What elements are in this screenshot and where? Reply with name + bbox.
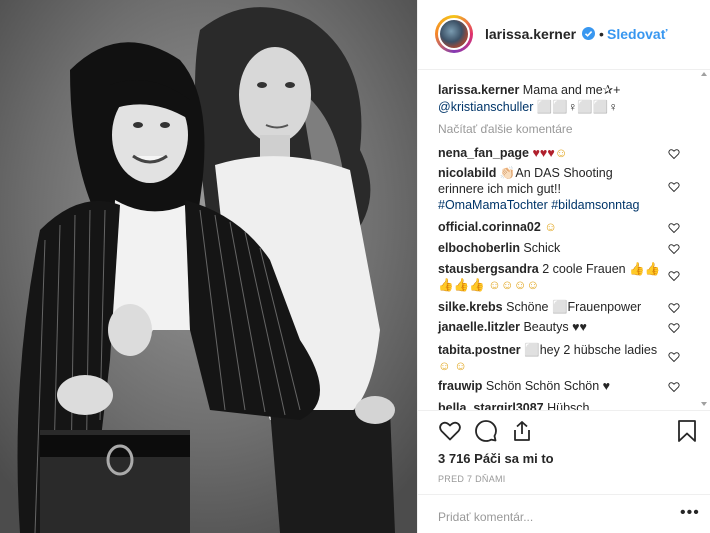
comment-item: janaelle.litzler Beautys ♥♥ <box>438 319 587 336</box>
comment-text: Schöne ⬜Frauenpower <box>502 300 642 314</box>
comment-username[interactable]: silke.krebs <box>438 300 503 314</box>
comment-item: official.corinna02 ☺ <box>438 219 557 236</box>
comment-username[interactable]: nicolabild <box>438 166 496 180</box>
comment-hashtags[interactable]: #OmaMamaTochter #bildamsonntag <box>438 197 640 214</box>
like-comment-heart-icon[interactable] <box>668 181 680 193</box>
comment-text: Schön Schön Schön ♥ <box>482 379 611 393</box>
share-icon[interactable] <box>510 419 534 443</box>
post-photo[interactable] <box>0 0 417 533</box>
caption-text: Mama and me✰+ <box>519 83 621 97</box>
comment-username[interactable]: tabita.postner <box>438 343 521 357</box>
comments-list: larissa.kerner Mama and me✰+ @kristiansc… <box>418 70 698 410</box>
more-options-icon[interactable]: ••• <box>680 504 700 522</box>
photo-illustration <box>0 0 417 533</box>
post-header: larissa.kerner • Sledovať <box>418 0 710 70</box>
like-comment-heart-icon[interactable] <box>668 351 680 363</box>
comment-text-line2: erinnere ich mich gut!! <box>438 182 561 196</box>
like-comment-heart-icon[interactable] <box>668 148 680 160</box>
comment-item: stausbergsandra 2 coole Frauen 👍👍 <box>438 261 660 278</box>
comment-username[interactable]: stausbergsandra <box>438 262 539 276</box>
instagram-post: larissa.kerner • Sledovať larissa.kerner… <box>0 0 710 533</box>
comment-text-line2: 👍👍👍 ☺☺☺☺ <box>438 278 540 292</box>
comment-item: elbochoberlin Schick <box>438 240 560 257</box>
comment-username[interactable]: bella_stargirl3087 <box>438 401 544 410</box>
separator-dot: • <box>599 26 604 42</box>
bookmark-icon[interactable] <box>676 419 698 443</box>
comment-username[interactable]: nena_fan_page <box>438 146 529 160</box>
like-comment-heart-icon[interactable] <box>668 243 680 255</box>
comment-item: nena_fan_page ♥♥♥☺ <box>438 145 568 162</box>
comment-text: 👏🏻An DAS Shooting <box>496 166 613 180</box>
header-username[interactable]: larissa.kerner <box>485 26 576 42</box>
comment-item: frauwip Schön Schön Schön ♥ <box>438 378 610 395</box>
comments-scrollbar[interactable] <box>698 70 710 410</box>
comment-text: Hübsch <box>543 401 590 410</box>
comment-username[interactable]: official.corinna02 <box>438 220 541 234</box>
comment-text-line2: ☺ ☺ <box>438 359 467 373</box>
comment-text: Schick <box>519 241 561 255</box>
caption-mention[interactable]: @kristianschuller <box>438 100 533 114</box>
like-comment-heart-icon[interactable] <box>668 302 680 314</box>
comment-username[interactable]: elbochoberlin <box>438 241 520 255</box>
comment-item: nicolabild 👏🏻An DAS Shooting <box>438 165 613 182</box>
comment-text: Beautys ♥♥ <box>519 320 587 334</box>
caption-line2: @kristianschuller ⬜⬜♀⬜⬜♀ <box>438 99 618 116</box>
post-actions <box>418 410 710 451</box>
comment-icon[interactable] <box>474 419 498 443</box>
comment-text: ⬜hey 2 hübsche ladies <box>520 343 658 357</box>
like-comment-heart-icon[interactable] <box>668 381 680 393</box>
comment-item: silke.krebs Schöne ⬜Frauenpower <box>438 299 641 316</box>
load-more-comments[interactable]: Načítať ďalšie komentáre <box>438 122 573 136</box>
caption: larissa.kerner Mama and me✰+ <box>438 82 620 99</box>
add-comment-input[interactable]: Pridať komentár... <box>438 510 533 524</box>
scroll-up-arrow-icon[interactable] <box>701 72 707 76</box>
like-comment-heart-icon[interactable] <box>668 270 680 282</box>
follow-button[interactable]: Sledovať <box>607 26 667 42</box>
comment-item: bella_stargirl3087 Hübsch <box>438 400 589 410</box>
likes-count[interactable]: 3 716 Páči sa mi to <box>438 451 554 466</box>
verified-icon <box>582 27 595 40</box>
caption-emoji: ⬜⬜♀⬜⬜♀ <box>533 100 618 114</box>
comment-username[interactable]: frauwip <box>438 379 482 393</box>
like-comment-heart-icon[interactable] <box>668 322 680 334</box>
like-comment-heart-icon[interactable] <box>668 222 680 234</box>
scroll-down-arrow-icon[interactable] <box>701 402 707 406</box>
comment-emoji: ☺ <box>554 146 568 160</box>
avatar[interactable] <box>435 15 473 53</box>
caption-username[interactable]: larissa.kerner <box>438 83 519 97</box>
post-panel: larissa.kerner • Sledovať larissa.kerner… <box>417 0 710 533</box>
comment-text: 2 coole Frauen 👍👍 <box>538 262 661 276</box>
comment-text: ♥♥♥ <box>529 146 555 160</box>
comment-text: ☺ <box>540 220 558 234</box>
heart-icon[interactable] <box>438 419 462 443</box>
comment-username[interactable]: janaelle.litzler <box>438 320 520 334</box>
add-comment-bar: Pridať komentár... ••• <box>418 494 710 533</box>
comment-item: tabita.postner ⬜hey 2 hübsche ladies <box>438 342 657 359</box>
post-timestamp: PRED 7 DŇAMI <box>438 474 506 484</box>
